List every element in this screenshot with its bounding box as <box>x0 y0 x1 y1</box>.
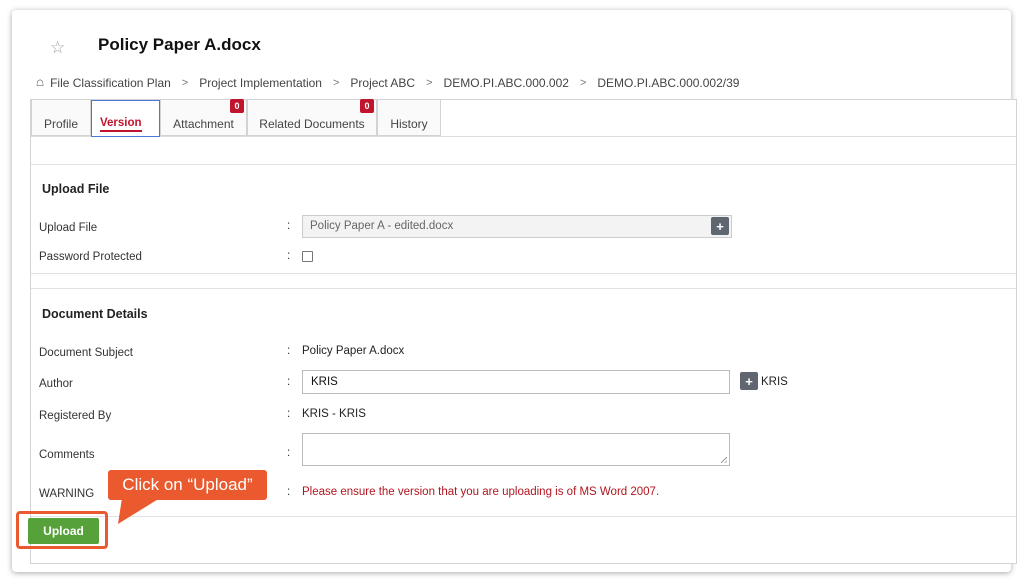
breadcrumb-chevron-icon: > <box>181 77 189 89</box>
resize-handle-icon[interactable] <box>721 457 727 463</box>
breadcrumb: ☖ File Classification Plan > Project Imp… <box>36 76 739 90</box>
plus-icon: + <box>716 218 724 234</box>
document-subject-label: Document Subject <box>39 347 133 359</box>
breadcrumb-item[interactable]: Project ABC <box>350 76 415 90</box>
author-input[interactable]: KRIS <box>302 370 730 394</box>
page-title: Policy Paper A.docx <box>98 35 261 54</box>
tab-label: Attachment <box>173 116 234 131</box>
add-author-button[interactable]: + <box>740 372 758 390</box>
home-icon[interactable]: ☖ <box>36 78 44 89</box>
divider <box>31 273 1016 274</box>
colon: : <box>287 250 291 262</box>
colon: : <box>287 220 291 232</box>
tab-label: Version <box>100 117 142 132</box>
warning-message: Please ensure the version that you are u… <box>302 486 660 498</box>
comments-textarea[interactable] <box>302 433 730 466</box>
tab-profile[interactable]: Profile <box>31 100 91 136</box>
colon: : <box>287 345 291 357</box>
tab-label: History <box>390 116 428 131</box>
author-label: Author <box>39 378 73 390</box>
divider <box>31 164 1016 165</box>
tab-label: Profile <box>43 116 78 131</box>
star-icon[interactable]: ☆ <box>50 38 65 58</box>
tab-history[interactable]: History <box>377 100 441 136</box>
upload-file-section-title: Upload File <box>42 182 110 196</box>
upload-file-label: Upload File <box>39 222 98 234</box>
warning-label: WARNING <box>39 488 95 500</box>
browse-file-button[interactable]: + <box>711 217 729 235</box>
plus-icon: + <box>745 373 753 389</box>
author-tag: KRIS <box>761 376 788 388</box>
divider <box>31 516 1016 517</box>
breadcrumb-chevron-icon: > <box>579 77 587 89</box>
instruction-callout: Click on “Upload” <box>108 470 267 500</box>
comments-label: Comments <box>39 449 95 461</box>
colon: : <box>287 447 291 459</box>
document-subject-value: Policy Paper A.docx <box>302 345 405 357</box>
breadcrumb-item[interactable]: DEMO.PI.ABC.000.002 <box>444 76 569 90</box>
tab-attachment[interactable]: Attachment 0 <box>160 99 247 136</box>
colon: : <box>287 486 291 498</box>
colon: : <box>287 408 291 420</box>
colon: : <box>287 376 291 388</box>
breadcrumb-item[interactable]: DEMO.PI.ABC.000.002/39 <box>597 76 739 90</box>
tab-version[interactable]: Version <box>91 100 160 137</box>
registered-by-label: Registered By <box>39 410 112 422</box>
document-details-section-title: Document Details <box>42 307 148 321</box>
upload-button[interactable]: Upload <box>28 518 99 544</box>
divider <box>31 288 1016 289</box>
password-protected-checkbox[interactable] <box>302 251 313 262</box>
password-protected-label: Password Protected <box>39 251 142 263</box>
tab-bar: Profile Version Attachment 0 Related Doc… <box>31 99 1016 137</box>
breadcrumb-item[interactable]: Project Implementation <box>199 76 322 90</box>
breadcrumb-chevron-icon: > <box>426 77 433 89</box>
breadcrumb-item[interactable]: File Classification Plan <box>50 76 171 90</box>
attachment-count-badge: 0 <box>230 99 244 113</box>
related-documents-count-badge: 0 <box>360 99 374 113</box>
tab-label: Related Documents <box>259 116 365 131</box>
upload-file-input[interactable]: Policy Paper A - edited.docx <box>302 215 732 238</box>
registered-by-value: KRIS - KRIS <box>302 408 366 420</box>
tab-related-documents[interactable]: Related Documents 0 <box>247 99 377 136</box>
breadcrumb-chevron-icon: > <box>332 77 340 89</box>
